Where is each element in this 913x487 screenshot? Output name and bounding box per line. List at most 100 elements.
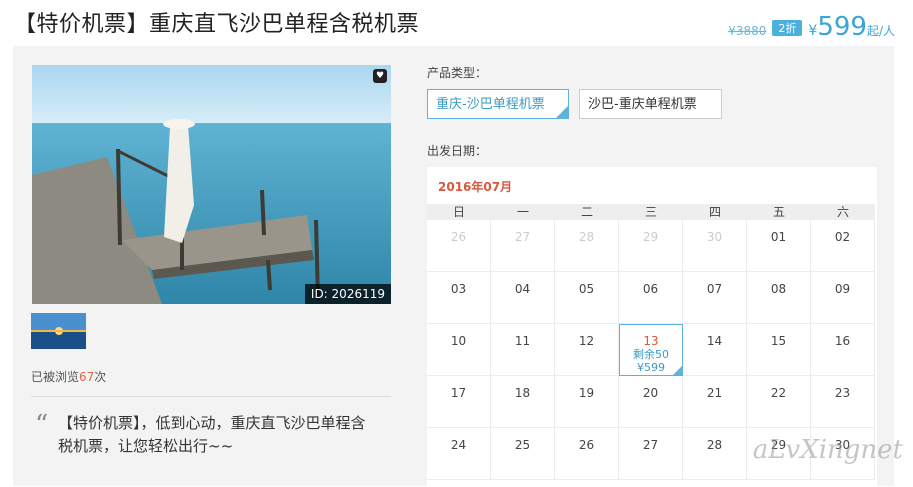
product-option-chongqing-saba[interactable]: 重庆-沙巴单程机票 <box>427 89 569 119</box>
day-number: 13 <box>643 334 659 348</box>
day-number: 11 <box>514 334 531 348</box>
weekday-3: 三 <box>644 205 657 219</box>
calendar-day[interactable]: 16 <box>811 324 875 376</box>
calendar-day[interactable]: 22 <box>747 376 811 428</box>
weekday-5: 五 <box>772 205 785 219</box>
main-photo[interactable]: ♥ ID: 2026119 <box>32 65 391 304</box>
watermark: aLvXingnet <box>752 435 903 465</box>
calendar-day[interactable]: 07 <box>683 272 747 324</box>
product-option-saba-chongqing[interactable]: 沙巴-重庆单程机票 <box>579 89 722 119</box>
calendar-day: 27 <box>491 220 555 272</box>
calendar-day[interactable]: 02 <box>811 220 875 272</box>
calendar-day[interactable]: 01 <box>747 220 811 272</box>
weekday-1: 一 <box>516 205 529 219</box>
day-number: 05 <box>578 282 595 296</box>
pier-photo-image <box>32 65 391 304</box>
calendar-day[interactable]: 12 <box>555 324 619 376</box>
calendar-day[interactable]: 20 <box>619 376 683 428</box>
day-number: 24 <box>450 438 467 452</box>
calendar-week: 26 27 28 29 30 01 02 <box>427 220 875 272</box>
day-number: 18 <box>514 386 531 400</box>
remaining-seats: 剩余50 <box>633 348 669 361</box>
calendar-day[interactable]: 14 <box>683 324 747 376</box>
day-number: 30 <box>706 230 723 244</box>
calendar-day[interactable]: 11 <box>491 324 555 376</box>
day-number: 02 <box>834 230 851 244</box>
calendar-day[interactable]: 19 <box>555 376 619 428</box>
calendar-day[interactable]: 27 <box>619 428 683 480</box>
calendar-month: 2016年07月 <box>438 180 513 194</box>
price-unit: 起/人 <box>866 24 895 38</box>
day-number: 27 <box>642 438 659 452</box>
day-number: 07 <box>706 282 723 296</box>
day-number: 12 <box>578 334 595 348</box>
calendar-day[interactable]: 26 <box>555 428 619 480</box>
day-number: 26 <box>578 438 595 452</box>
weekday-6: 六 <box>836 205 849 219</box>
departure-date-label: 出发日期： <box>427 144 488 158</box>
calendar-day[interactable]: 15 <box>747 324 811 376</box>
calendar-day[interactable]: 23 <box>811 376 875 428</box>
day-number: 15 <box>770 334 787 348</box>
calendar-week: 03 04 05 06 07 08 09 <box>427 272 875 324</box>
calendar-day[interactable]: 09 <box>811 272 875 324</box>
original-price: ¥3880 <box>728 24 767 38</box>
view-count-number: 67 <box>79 370 95 384</box>
weekday-2: 二 <box>580 205 593 219</box>
day-number: 22 <box>770 386 787 400</box>
calendar-day[interactable]: 28 <box>683 428 747 480</box>
weekday-header: 日一二三四五六 <box>427 204 875 220</box>
calendar-day[interactable]: 17 <box>427 376 491 428</box>
calendar-day: 26 <box>427 220 491 272</box>
day-number: 14 <box>706 334 723 348</box>
price-box: ¥3880 2折 ¥599起/人 <box>728 12 895 42</box>
product-type-label: 产品类型： <box>427 66 488 80</box>
day-number: 19 <box>578 386 595 400</box>
calendar-day[interactable]: 25 <box>491 428 555 480</box>
day-number: 06 <box>642 282 659 296</box>
calendar-day[interactable]: 18 <box>491 376 555 428</box>
calendar-day[interactable]: 06 <box>619 272 683 324</box>
weekday-0: 日 <box>452 205 465 219</box>
day-number: 16 <box>834 334 851 348</box>
discount-badge: 2折 <box>772 20 803 36</box>
day-number: 10 <box>450 334 467 348</box>
day-number: 28 <box>578 230 595 244</box>
favorite-icon[interactable]: ♥ <box>373 69 387 83</box>
day-number: 03 <box>450 282 467 296</box>
calendar-day-selected[interactable]: 13 剩余50 ¥599 <box>619 324 683 376</box>
day-number: 26 <box>450 230 467 244</box>
quote-icon: “ <box>35 410 49 440</box>
calendar-week: 17 18 19 20 21 22 23 <box>427 376 875 428</box>
image-id-tag: ID: 2026119 <box>304 284 391 304</box>
calendar-day[interactable]: 10 <box>427 324 491 376</box>
price-value: 599 <box>817 12 867 42</box>
day-number: 08 <box>770 282 787 296</box>
calendar-day[interactable]: 03 <box>427 272 491 324</box>
product-description: 【特价机票】，低到心动，重庆直飞沙巴单程含税机票，让您轻松出行~~ <box>58 414 366 455</box>
day-number: 20 <box>642 386 659 400</box>
currency-symbol: ¥ <box>808 23 818 39</box>
day-number: 21 <box>706 386 723 400</box>
page-title: 【特价机票】重庆直飞沙巴单程含税机票 <box>14 12 420 37</box>
weekday-4: 四 <box>708 205 721 219</box>
calendar-day: 29 <box>619 220 683 272</box>
calendar-day: 28 <box>555 220 619 272</box>
day-number: 09 <box>834 282 851 296</box>
calendar-day[interactable]: 05 <box>555 272 619 324</box>
calendar-day[interactable]: 04 <box>491 272 555 324</box>
calendar-day[interactable]: 08 <box>747 272 811 324</box>
thumbnail-image[interactable] <box>31 313 86 349</box>
day-number: 25 <box>514 438 531 452</box>
calendar-day: 30 <box>683 220 747 272</box>
day-price: ¥599 <box>637 361 665 374</box>
calendar-day[interactable]: 24 <box>427 428 491 480</box>
divider <box>31 396 391 397</box>
day-number: 28 <box>706 438 723 452</box>
day-number: 29 <box>642 230 659 244</box>
calendar-day[interactable]: 21 <box>683 376 747 428</box>
calendar-week: 10 11 12 13 剩余50 ¥599 14 15 16 <box>427 324 875 376</box>
day-number: 01 <box>770 230 787 244</box>
day-number: 04 <box>514 282 531 296</box>
day-number: 17 <box>450 386 467 400</box>
